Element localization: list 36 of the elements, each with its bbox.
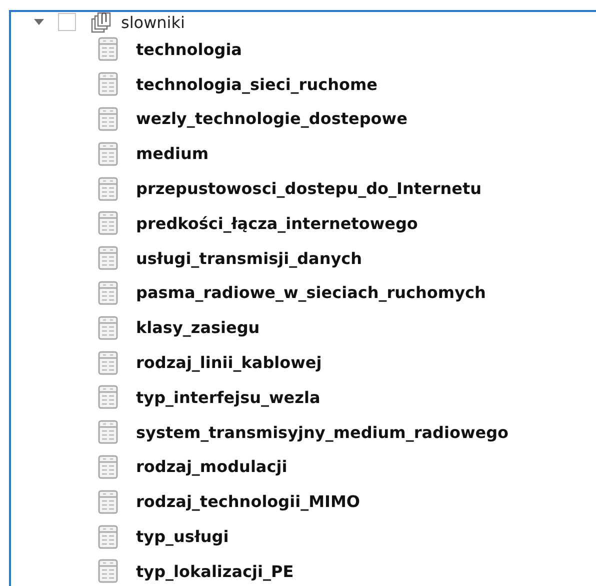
layer-name[interactable]: typ_lokalizacji_PE [136,562,294,581]
layer-name[interactable]: przepustowosci_dostepu_do_Internetu [136,179,482,198]
table-icon [98,350,118,375]
layer-name[interactable]: usługi_transmisji_danych [136,248,362,268]
layer-name[interactable]: predkości_łącza_internetowego [136,214,418,233]
table-icon [98,420,118,444]
table-icon [98,246,118,270]
group-name[interactable]: slowniki [121,12,185,32]
layer-name[interactable]: pasma_radiowe_w_sieciach_ruchomych [136,283,486,302]
table-icon [98,72,118,96]
checkbox[interactable] [58,13,76,31]
table-icon [98,280,118,305]
layer-name[interactable]: technologia [136,40,242,59]
table-icon [98,316,118,340]
table-icon [98,106,118,131]
layer-name[interactable]: system_transmisyjny_medium_radiowego [136,422,509,442]
layer-name[interactable]: klasy_zasiegu [136,318,260,338]
layer-name[interactable]: technologia_sieci_ruchome [136,74,378,94]
layer-name[interactable]: rodzaj_modulacji [136,457,288,476]
layer-name[interactable]: medium [136,144,209,164]
layer-group-icon [91,11,111,33]
table-icon [98,454,118,479]
layer-name[interactable]: rodzaj_linii_kablowej [136,353,322,372]
expand-arrow-icon[interactable] [33,18,45,26]
layer-name[interactable]: rodzaj_technologii_MIMO [136,492,360,512]
table-icon [98,559,118,584]
layer-name[interactable]: typ_usługi [136,527,229,546]
table-icon [98,385,118,410]
layer-name[interactable]: wezly_technologie_dostepowe [136,109,408,128]
layer-name[interactable]: typ_interfejsu_wezla [136,388,320,407]
table-icon [98,142,118,166]
table-icon [98,211,118,236]
table-icon [98,524,118,549]
table-icon [98,37,118,62]
table-icon [98,176,118,201]
table-icon [98,490,118,514]
